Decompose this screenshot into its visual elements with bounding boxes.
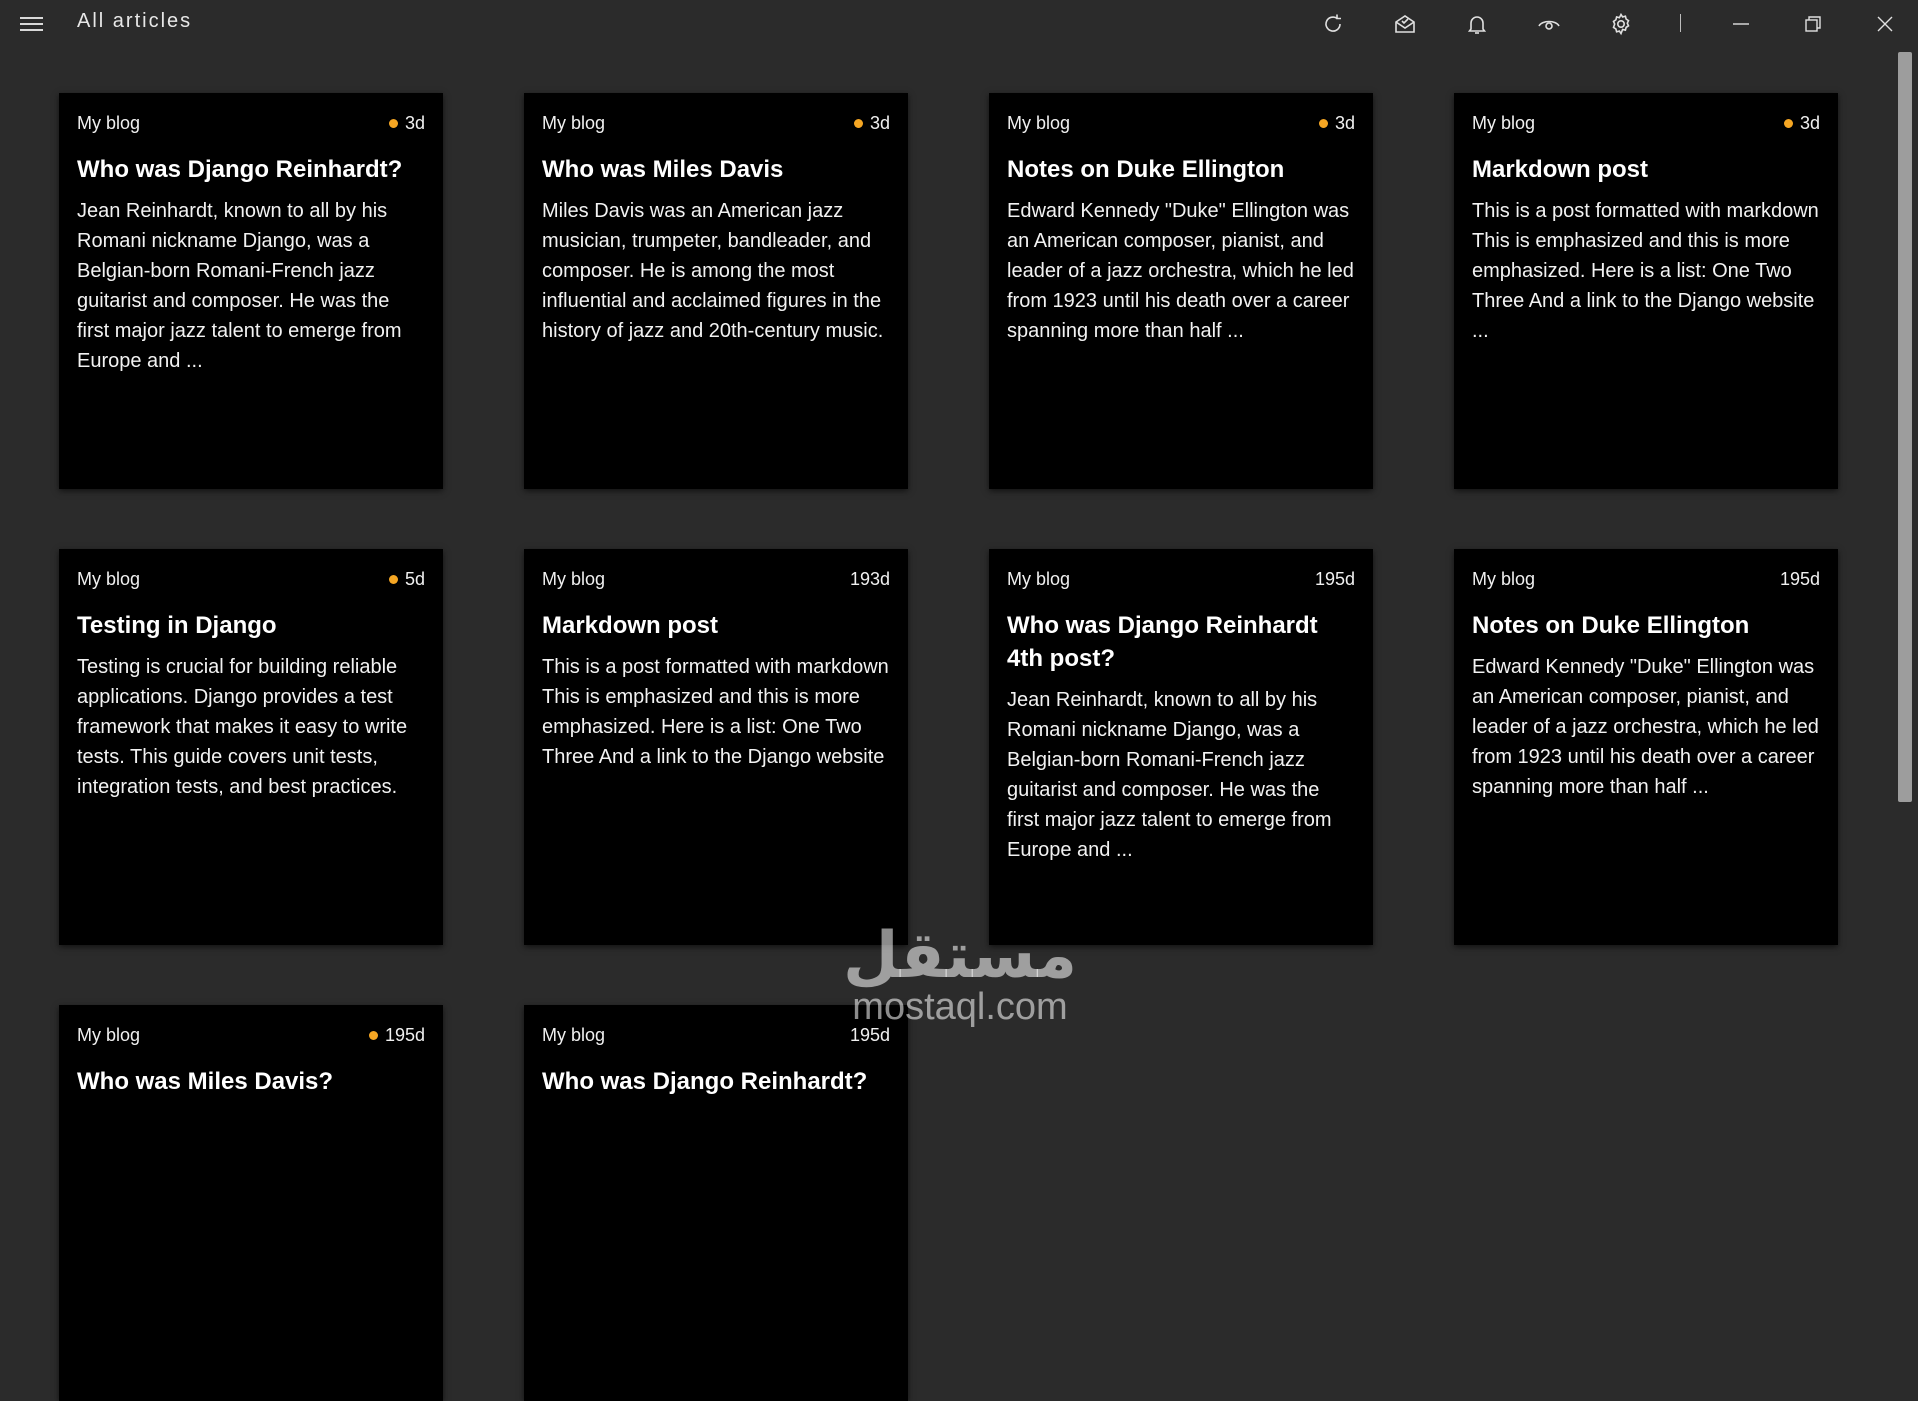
- article-source: My blog: [1472, 112, 1536, 133]
- article-age: 193d: [849, 568, 890, 589]
- article-title: Who was Miles Davis: [542, 156, 784, 183]
- article-title: Markdown post: [1472, 156, 1649, 183]
- article-age: 195d: [1314, 568, 1355, 589]
- title-bar: All articles: [0, 0, 1918, 48]
- article-age: 195d: [1779, 568, 1820, 589]
- watermark-logo: مستقل: [842, 919, 1078, 991]
- article-age: 3d: [388, 113, 425, 134]
- page-title: All articles: [77, 10, 193, 32]
- mark-read-icon[interactable]: [1385, 8, 1425, 40]
- article-age: 195d: [368, 1025, 425, 1046]
- article-title: Who was Django Reinhardt?: [542, 1068, 868, 1095]
- article-excerpt: Miles Davis was an American jazz musicia…: [542, 200, 884, 342]
- article-source: My blog: [1007, 112, 1071, 133]
- article-excerpt: This is a post formatted with markdown T…: [542, 656, 889, 768]
- refresh-icon[interactable]: [1313, 8, 1353, 40]
- article-title: Notes on Duke Ellington: [1472, 612, 1750, 639]
- article-card[interactable]: My blog 195d Who was Django Reinhardt?: [524, 1005, 908, 1401]
- unread-dot-icon: [853, 118, 863, 128]
- unread-dot-icon: [1783, 118, 1793, 128]
- article-source: My blog: [77, 568, 141, 589]
- notification-icon[interactable]: [1457, 8, 1497, 40]
- article-age: 3d: [1318, 113, 1355, 134]
- unread-dot-icon: [388, 118, 398, 128]
- unread-dot-icon: [388, 574, 398, 584]
- article-excerpt: Edward Kennedy "Duke" Ellington was an A…: [1472, 656, 1819, 798]
- article-card[interactable]: My blog 5d Testing in Django Testing is c…: [59, 549, 443, 945]
- article-title: Who was Django Reinhardt?: [77, 156, 403, 183]
- restore-icon[interactable]: [1793, 8, 1833, 40]
- article-card[interactable]: My blog 3d Who was Django Reinhardt? Jean…: [59, 93, 443, 489]
- article-card[interactable]: My blog 193d Markdown post This is a post…: [524, 549, 908, 945]
- article-source: My blog: [542, 568, 606, 589]
- article-title: Who was Django Reinhardt 4th post?: [1007, 612, 1318, 672]
- article-source: My blog: [542, 112, 606, 133]
- article-age: 3d: [853, 113, 890, 134]
- article-excerpt: Jean Reinhardt, known to all by his Roma…: [77, 200, 402, 372]
- menu-icon[interactable]: [20, 12, 52, 36]
- article-source: My blog: [77, 1024, 141, 1045]
- article-card[interactable]: My blog 195d Notes on Duke Ellington Edwa…: [1454, 549, 1838, 945]
- vertical-scrollbar[interactable]: [1898, 52, 1912, 802]
- toolbar-separator: [1680, 14, 1681, 32]
- settings-icon[interactable]: [1601, 8, 1641, 40]
- article-card[interactable]: My blog 3d Markdown post This is a post f…: [1454, 93, 1838, 489]
- view-icon[interactable]: [1529, 8, 1569, 40]
- article-source: My blog: [1007, 568, 1071, 589]
- article-age: 5d: [388, 569, 425, 590]
- watermark-text: mostaql.com: [852, 986, 1068, 1028]
- article-title: Testing in Django: [77, 612, 277, 639]
- article-excerpt: Edward Kennedy "Duke" Ellington was an A…: [1007, 200, 1354, 342]
- article-source: My blog: [1472, 568, 1536, 589]
- article-source: My blog: [542, 1024, 606, 1045]
- article-excerpt: Jean Reinhardt, known to all by his Roma…: [1007, 689, 1332, 861]
- article-card[interactable]: My blog 195d Who was Miles Davis?: [59, 1005, 443, 1401]
- article-title: Notes on Duke Ellington: [1007, 156, 1285, 183]
- article-source: My blog: [77, 112, 141, 133]
- article-excerpt: This is a post formatted with markdown T…: [1472, 200, 1819, 342]
- article-title: Who was Miles Davis?: [77, 1068, 334, 1095]
- article-card[interactable]: My blog 3d Notes on Duke Ellington Edward…: [989, 93, 1373, 489]
- article-title: Markdown post: [542, 612, 719, 639]
- unread-dot-icon: [1318, 118, 1328, 128]
- minimize-icon[interactable]: [1721, 8, 1761, 40]
- article-card[interactable]: My blog 3d Who was Miles Davis Miles Davi…: [524, 93, 908, 489]
- article-card[interactable]: My blog 195d Who was Django Reinhardt 4th…: [989, 549, 1373, 945]
- article-excerpt: Testing is crucial for building reliable…: [77, 656, 408, 798]
- unread-dot-icon: [368, 1030, 378, 1040]
- watermark: مستقل mostaql.com: [840, 923, 1080, 1059]
- article-age: 3d: [1783, 113, 1820, 134]
- close-icon[interactable]: [1865, 8, 1905, 40]
